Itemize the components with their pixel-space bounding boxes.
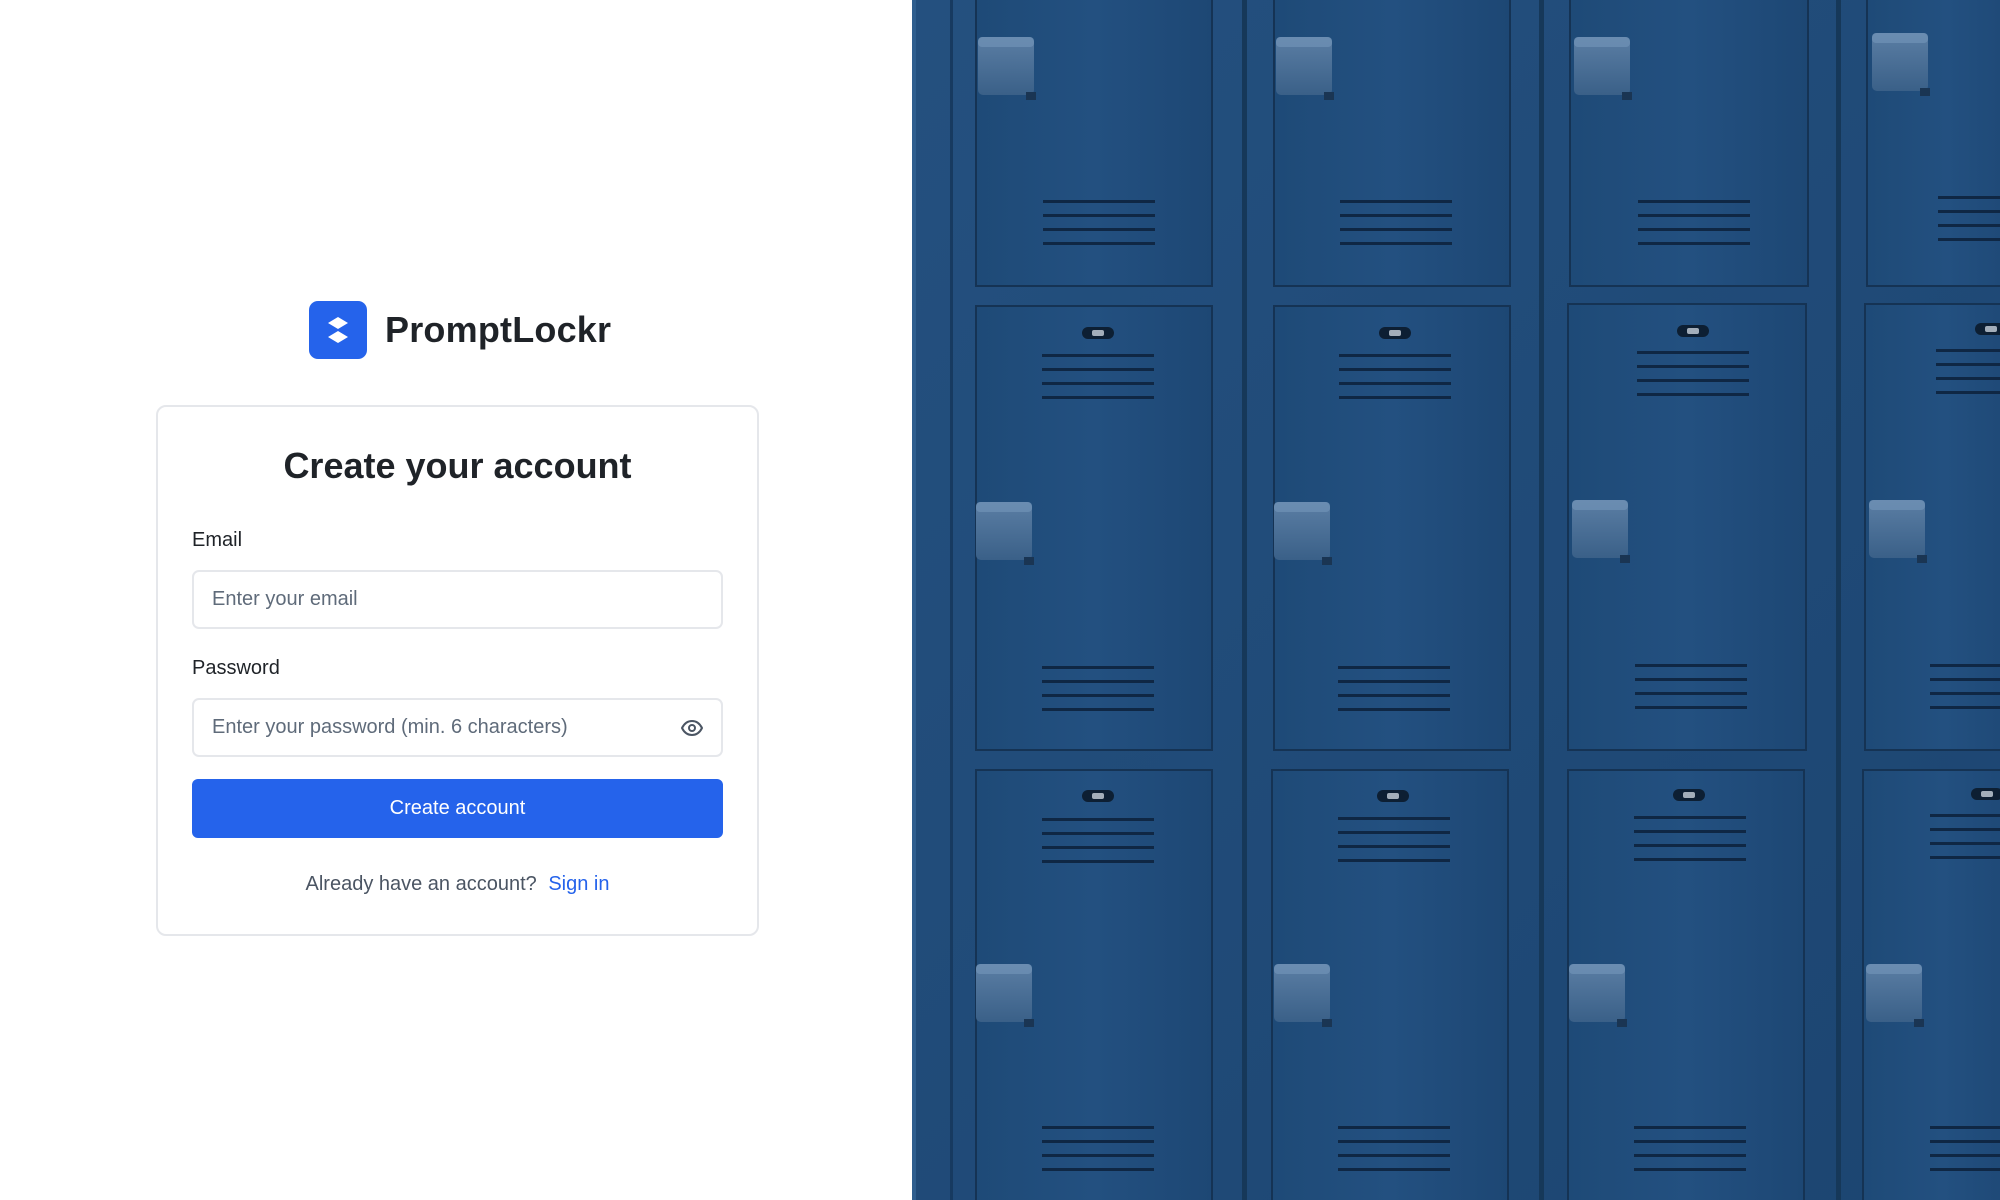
email-field[interactable]: [194, 572, 721, 627]
eye-icon: [681, 719, 703, 736]
password-label: Password: [192, 657, 280, 679]
email-field-wrapper: [192, 570, 723, 629]
create-account-button[interactable]: Create account: [192, 779, 723, 838]
password-field[interactable]: [194, 700, 721, 755]
page-title: Create your account: [283, 445, 632, 486]
password-field-wrapper: [192, 698, 723, 757]
email-label: Email: [192, 529, 243, 551]
brand-header: PromptLockr: [309, 301, 611, 359]
brand-logo: [309, 301, 367, 359]
dropbox-style-icon: [328, 317, 348, 343]
signup-card: Create your account Email Password Creat…: [156, 405, 759, 936]
sign-in-link[interactable]: Sign in: [548, 873, 609, 895]
show-password-toggle[interactable]: [679, 715, 705, 741]
signup-panel: PromptLockr Create your account Email Pa…: [0, 0, 912, 1200]
blue-lockers-photo: [912, 0, 2000, 1200]
hero-image-panel: [912, 0, 2000, 1200]
brand-name: PromptLockr: [385, 309, 612, 350]
signin-prompt-row: Already have an account? Sign in: [158, 873, 757, 896]
signin-prompt-text: Already have an account?: [305, 873, 537, 895]
